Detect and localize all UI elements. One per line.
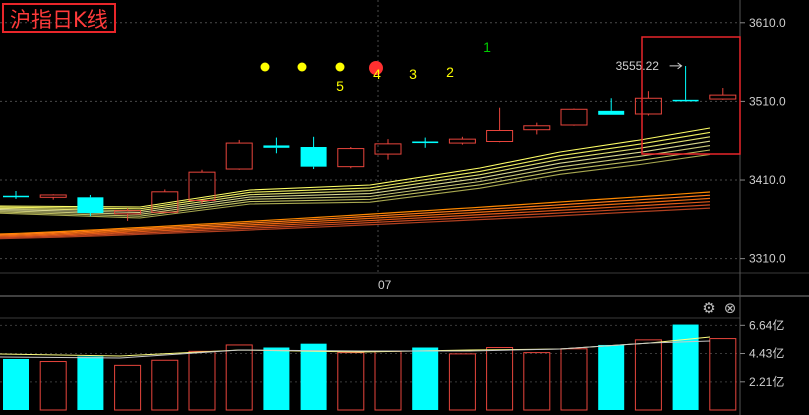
volume-bar (412, 347, 439, 410)
candle (560, 108, 588, 126)
candle (448, 136, 476, 145)
volume-bar (374, 350, 402, 411)
sequence-label: 4 (373, 66, 381, 82)
volume-bar (114, 364, 142, 411)
volume-tick-label: 4.43亿 (749, 346, 784, 361)
candle (486, 107, 514, 143)
sequence-label: 2 (446, 64, 454, 80)
candle-body (3, 195, 29, 198)
gear-icon[interactable]: ⚙ (701, 300, 717, 316)
volume-bar (225, 344, 253, 411)
candle-body (523, 125, 551, 131)
candle-body (486, 129, 514, 143)
candle-body (300, 147, 327, 167)
chart-title: 沪指日K线 (2, 3, 116, 33)
candle (300, 136, 327, 170)
candle (634, 91, 662, 116)
candle-body (39, 194, 67, 198)
candle-body (560, 108, 588, 126)
candle (523, 122, 551, 135)
sequence-label: 5 (336, 78, 344, 94)
volume-bar (337, 352, 365, 411)
volume-bar (598, 344, 625, 410)
candle-body (598, 110, 625, 115)
annotation-arrow (669, 62, 683, 70)
candle (39, 194, 67, 200)
candle (412, 137, 439, 148)
volume-bar (523, 352, 551, 411)
candle (263, 137, 290, 154)
sequence-label: 1 (483, 39, 491, 55)
volume-bar (709, 338, 737, 411)
volume-bar (263, 347, 290, 410)
candle (77, 194, 104, 217)
x-tick-label: 07 (378, 278, 392, 292)
candle-body (634, 97, 662, 115)
candle-body (337, 148, 365, 168)
volume-bar (188, 350, 216, 411)
candle (225, 139, 253, 170)
price-tick-label: 3510.0 (749, 94, 786, 108)
volume-bar (672, 324, 699, 410)
candle-body (672, 99, 699, 102)
candle (374, 139, 402, 160)
volume-bar (151, 359, 179, 411)
volume-bar (77, 356, 104, 410)
candle (709, 88, 737, 100)
volume-bar (560, 348, 588, 411)
sequence-label: 3 (409, 66, 417, 82)
candle-body (412, 141, 439, 144)
candle (337, 147, 365, 169)
price-tick-label: 3410.0 (749, 173, 786, 187)
signal-dot (260, 62, 270, 72)
volume-tick-label: 6.64亿 (749, 317, 784, 332)
volume-bar (486, 347, 514, 411)
candle-body (448, 138, 476, 144)
candle (598, 98, 625, 115)
volume-tick-label: 2.21亿 (749, 374, 784, 389)
signal-dot (335, 62, 345, 72)
price-tick-label: 3310.0 (749, 252, 786, 266)
ma-yellow-line (0, 127, 711, 208)
candle-body (263, 145, 290, 148)
volume-bar (39, 361, 67, 411)
signal-dot (297, 62, 307, 72)
price-tick-label: 3610.0 (749, 16, 786, 30)
volume-bar (3, 358, 29, 410)
candle (3, 191, 29, 199)
candle-body (225, 142, 253, 170)
candle-body (77, 197, 104, 214)
candle-body (709, 94, 737, 100)
volume-bar (634, 339, 662, 411)
candle (672, 66, 699, 102)
volume-bar (300, 343, 327, 410)
high-price-annotation: 3555.22 (616, 59, 660, 73)
close-icon[interactable]: ⊗ (722, 300, 738, 316)
kline-chart[interactable]: 3610.0 3510.0 3410.0 3310.0 07 3555.22 5 4 3 2 1 6.… (0, 0, 809, 415)
candle-body (374, 143, 402, 155)
